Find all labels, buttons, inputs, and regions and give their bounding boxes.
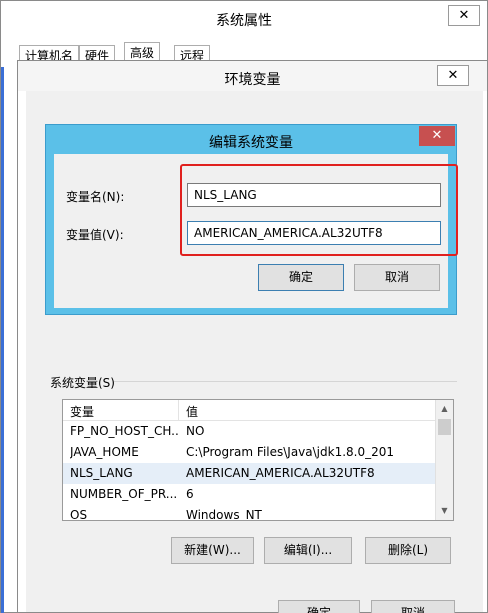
variable-name-label: 变量名(N): (66, 190, 125, 204)
variable-name-cell: OS (70, 508, 88, 521)
edit-variable-button[interactable]: 编辑(I)... (264, 537, 352, 564)
list-header: 变量 值 (63, 400, 435, 421)
scroll-down-arrow-icon[interactable]: ▼ (436, 503, 453, 519)
environment-variables-close-button[interactable]: ✕ (437, 65, 469, 86)
close-icon: ✕ (447, 68, 459, 83)
edit-dialog-title[interactable]: 编辑系统变量 (46, 132, 456, 152)
edit-dialog-close-button[interactable]: ✕ (419, 126, 455, 146)
variable-name-cell: NUMBER_OF_PR... (70, 487, 178, 501)
list-scrollbar[interactable]: ▲ ▼ (435, 400, 453, 520)
system-properties-title: 系统属性 (216, 13, 272, 29)
table-row[interactable]: OS Windows_NT (63, 505, 435, 521)
close-icon: ✕ (431, 128, 443, 143)
scroll-thumb[interactable] (438, 419, 451, 435)
table-row-selected[interactable]: NLS_LANG AMERICAN_AMERICA.AL32UTF8 (63, 463, 435, 484)
new-variable-button[interactable]: 新建(W)... (171, 537, 254, 564)
system-properties-titlebar[interactable]: 系统属性 ✕ (1, 1, 487, 35)
table-row[interactable]: JAVA_HOME C:\Program Files\Java\jdk1.8.0… (63, 442, 435, 463)
column-header-value[interactable]: 值 (186, 403, 198, 420)
variable-name-cell: FP_NO_HOST_CH... (70, 424, 178, 438)
variable-name-input[interactable] (187, 183, 441, 207)
environment-variables-title: 环境变量 (224, 72, 281, 88)
edit-system-variable-dialog: 编辑系统变量 ✕ 变量名(N): 变量值(V): 确定 取消 (45, 124, 458, 315)
variable-value-cell: AMERICAN_AMERICA.AL32UTF8 (186, 466, 375, 480)
edit-dialog-body: 变量名(N): 变量值(V): 确定 取消 (54, 154, 458, 308)
edit-ok-button[interactable]: 确定 (258, 264, 344, 291)
scroll-up-arrow-icon[interactable]: ▲ (436, 401, 453, 417)
background-window-edge (1, 67, 4, 613)
cancel-button[interactable]: 取消 (371, 600, 455, 613)
variable-value-cell: C:\Program Files\Java\jdk1.8.0_201 (186, 445, 395, 459)
variable-value-label: 变量值(V): (66, 228, 124, 242)
table-row[interactable]: NUMBER_OF_PR... 6 (63, 484, 435, 505)
column-separator[interactable] (178, 400, 179, 421)
system-variables-label: 系统变量(S) (50, 376, 115, 390)
column-header-name[interactable]: 变量 (70, 403, 94, 420)
system-properties-close-button[interactable]: ✕ (448, 5, 480, 26)
table-row[interactable]: FP_NO_HOST_CH... NO (63, 421, 435, 442)
edit-cancel-button[interactable]: 取消 (354, 264, 440, 291)
variable-value-cell: Windows_NT (186, 508, 262, 521)
delete-variable-button[interactable]: 删除(L) (365, 537, 451, 564)
variable-value-cell: NO (186, 424, 205, 438)
variable-name-cell: JAVA_HOME (70, 445, 139, 459)
variable-value-cell: 6 (186, 487, 194, 501)
variable-value-input[interactable] (187, 221, 441, 245)
group-divider (114, 381, 457, 382)
variable-name-cell: NLS_LANG (70, 466, 133, 480)
ok-button[interactable]: 确定 (278, 600, 360, 613)
close-icon: ✕ (458, 8, 470, 23)
system-variables-list[interactable]: 变量 值 FP_NO_HOST_CH... NO JAVA_HOME C:\Pr… (62, 399, 454, 521)
environment-variables-titlebar[interactable]: 环境变量 ✕ (18, 61, 487, 91)
